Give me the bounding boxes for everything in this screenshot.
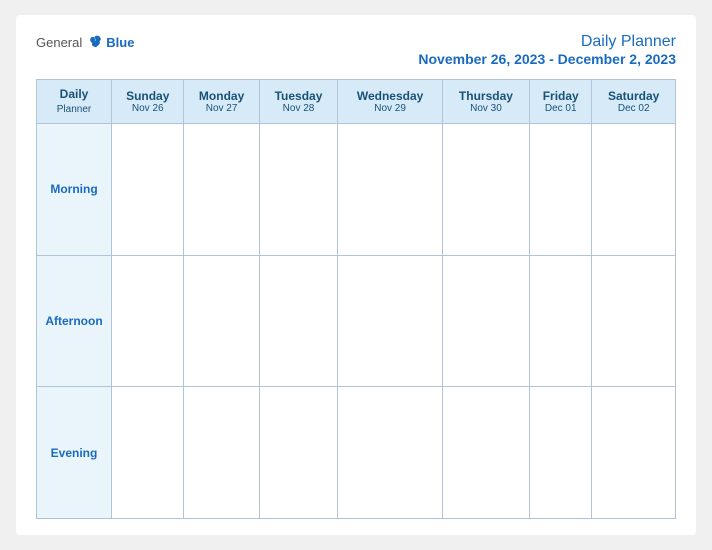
calendar-table: Daily Planner SundayNov 26MondayNov 27Tu… — [36, 79, 676, 519]
table-row: Morning — [37, 123, 676, 255]
table-row: Evening — [37, 387, 676, 519]
time-cell-afternoon: Afternoon — [37, 255, 112, 387]
planner-dates: November 26, 2023 - December 2, 2023 — [418, 51, 676, 67]
header: General Blue Daily Planner November 26, … — [36, 33, 676, 67]
logo: General Blue — [36, 33, 134, 51]
logo-general: General — [36, 35, 82, 50]
header-planner: Planner — [41, 103, 107, 117]
col-day-date: Nov 30 — [447, 103, 525, 114]
header-label-col: Daily Planner — [37, 80, 112, 124]
day-cell-morning-thursday[interactable] — [442, 123, 529, 255]
col-day-date: Nov 28 — [264, 103, 334, 114]
day-cell-morning-sunday[interactable] — [112, 123, 184, 255]
col-day-name: Friday — [534, 89, 587, 103]
day-cell-evening-monday[interactable] — [184, 387, 259, 519]
logo-blue: Blue — [106, 35, 134, 50]
day-cell-evening-friday[interactable] — [530, 387, 592, 519]
day-cell-morning-wednesday[interactable] — [338, 123, 442, 255]
time-cell-evening: Evening — [37, 387, 112, 519]
header-col-friday: FridayDec 01 — [530, 80, 592, 124]
day-cell-evening-wednesday[interactable] — [338, 387, 442, 519]
planner-title: Daily Planner — [418, 33, 676, 51]
day-cell-morning-saturday[interactable] — [592, 123, 676, 255]
planner-page: General Blue Daily Planner November 26, … — [16, 15, 696, 535]
col-day-name: Thursday — [447, 89, 525, 103]
logo-bird-icon — [86, 33, 104, 51]
day-cell-afternoon-saturday[interactable] — [592, 255, 676, 387]
col-day-date: Dec 02 — [596, 103, 671, 114]
day-cell-afternoon-thursday[interactable] — [442, 255, 529, 387]
day-cell-afternoon-sunday[interactable] — [112, 255, 184, 387]
col-day-date: Dec 01 — [534, 103, 587, 114]
col-day-name: Tuesday — [264, 89, 334, 103]
calendar-body: MorningAfternoonEvening — [37, 123, 676, 518]
header-col-saturday: SaturdayDec 02 — [592, 80, 676, 124]
col-day-date: Nov 29 — [342, 103, 437, 114]
title-block: Daily Planner November 26, 2023 - Decemb… — [418, 33, 676, 67]
col-day-name: Saturday — [596, 89, 671, 103]
day-cell-evening-sunday[interactable] — [112, 387, 184, 519]
day-cell-morning-friday[interactable] — [530, 123, 592, 255]
day-cell-morning-monday[interactable] — [184, 123, 259, 255]
time-cell-morning: Morning — [37, 123, 112, 255]
day-cell-afternoon-monday[interactable] — [184, 255, 259, 387]
col-day-name: Monday — [188, 89, 254, 103]
header-col-thursday: ThursdayNov 30 — [442, 80, 529, 124]
day-cell-afternoon-tuesday[interactable] — [259, 255, 338, 387]
day-cell-morning-tuesday[interactable] — [259, 123, 338, 255]
day-cell-afternoon-friday[interactable] — [530, 255, 592, 387]
day-cell-evening-saturday[interactable] — [592, 387, 676, 519]
col-day-name: Wednesday — [342, 89, 437, 103]
table-row: Afternoon — [37, 255, 676, 387]
header-row: Daily Planner SundayNov 26MondayNov 27Tu… — [37, 80, 676, 124]
day-cell-afternoon-wednesday[interactable] — [338, 255, 442, 387]
col-day-date: Nov 27 — [188, 103, 254, 114]
day-cell-evening-thursday[interactable] — [442, 387, 529, 519]
header-col-sunday: SundayNov 26 — [112, 80, 184, 124]
header-col-monday: MondayNov 27 — [184, 80, 259, 124]
day-cell-evening-tuesday[interactable] — [259, 387, 338, 519]
col-day-name: Sunday — [116, 89, 179, 103]
header-col-wednesday: WednesdayNov 29 — [338, 80, 442, 124]
col-day-date: Nov 26 — [116, 103, 179, 114]
header-col-tuesday: TuesdayNov 28 — [259, 80, 338, 124]
header-daily: Daily — [41, 86, 107, 103]
